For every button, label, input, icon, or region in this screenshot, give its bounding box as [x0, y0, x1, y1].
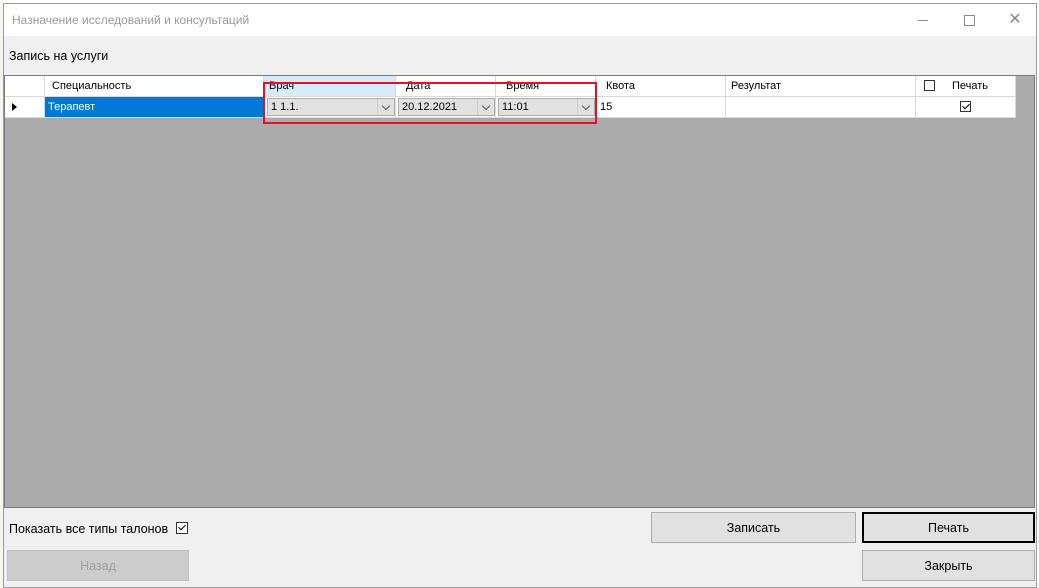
current-row-icon — [12, 103, 17, 111]
show-all-tickets-option[interactable]: Показать все типы талонов — [9, 521, 188, 536]
cell-result[interactable] — [726, 97, 916, 118]
cell-time[interactable]: 11:01 — [496, 97, 596, 118]
time-value: 11:01 — [502, 101, 529, 113]
cell-doctor[interactable]: 1 1.1. — [264, 97, 396, 118]
date-value: 20.12.2021 — [402, 101, 458, 113]
close-window-button[interactable]: ✕ — [992, 4, 1038, 36]
back-button[interactable]: Назад — [7, 550, 189, 581]
services-grid[interactable]: Специальность Врач Дата Время Квота Резу… — [4, 75, 1035, 508]
chevron-down-icon[interactable] — [577, 99, 594, 115]
header-result[interactable]: Результат — [726, 76, 916, 97]
header-row-selector — [5, 76, 45, 97]
close-button[interactable]: Закрыть — [862, 550, 1035, 581]
cell-quota[interactable]: 15 — [596, 97, 726, 118]
doctor-value: 1 1.1. — [271, 101, 299, 113]
date-combobox[interactable]: 20.12.2021 — [398, 98, 495, 116]
show-all-tickets-checkbox[interactable] — [175, 522, 188, 534]
maximize-button[interactable] — [946, 4, 992, 36]
header-specialty[interactable]: Специальность — [45, 76, 264, 97]
section-label: Запись на услуги — [9, 49, 109, 63]
header-date[interactable]: Дата — [396, 76, 496, 97]
chevron-down-icon[interactable] — [377, 99, 394, 115]
header-quota[interactable]: Квота — [596, 76, 726, 97]
header-print-label: Печать — [952, 80, 989, 92]
register-button[interactable]: Записать — [651, 512, 856, 543]
doctor-combobox[interactable]: 1 1.1. — [267, 98, 395, 116]
time-combobox[interactable]: 11:01 — [498, 98, 595, 116]
row-filler — [1016, 97, 1034, 118]
window-title: Назначение исследований и консультаций — [12, 13, 250, 27]
print-button[interactable]: Печать — [862, 512, 1035, 543]
minimize-icon — [918, 19, 928, 21]
cell-date[interactable]: 20.12.2021 — [396, 97, 496, 118]
title-bar: Назначение исследований и консультаций ✕ — [4, 4, 1036, 36]
cell-print[interactable] — [916, 97, 1016, 118]
header-time[interactable]: Время — [496, 76, 596, 97]
row-print-checkbox[interactable] — [960, 101, 971, 112]
close-icon: ✕ — [1008, 11, 1022, 28]
maximize-icon — [963, 14, 975, 26]
header-filler — [1016, 76, 1034, 97]
header-doctor[interactable]: Врач — [264, 76, 396, 97]
chevron-down-icon[interactable] — [477, 99, 494, 115]
cell-specialty[interactable]: Терапевт — [45, 97, 264, 118]
header-print[interactable]: Печать — [916, 76, 1016, 97]
minimize-button[interactable] — [900, 4, 946, 36]
row-selector[interactable] — [5, 97, 45, 118]
show-all-tickets-label: Показать все типы талонов — [9, 522, 169, 536]
dialog-window: Назначение исследований и консультаций ✕… — [3, 3, 1037, 588]
header-print-checkbox[interactable] — [924, 80, 935, 91]
